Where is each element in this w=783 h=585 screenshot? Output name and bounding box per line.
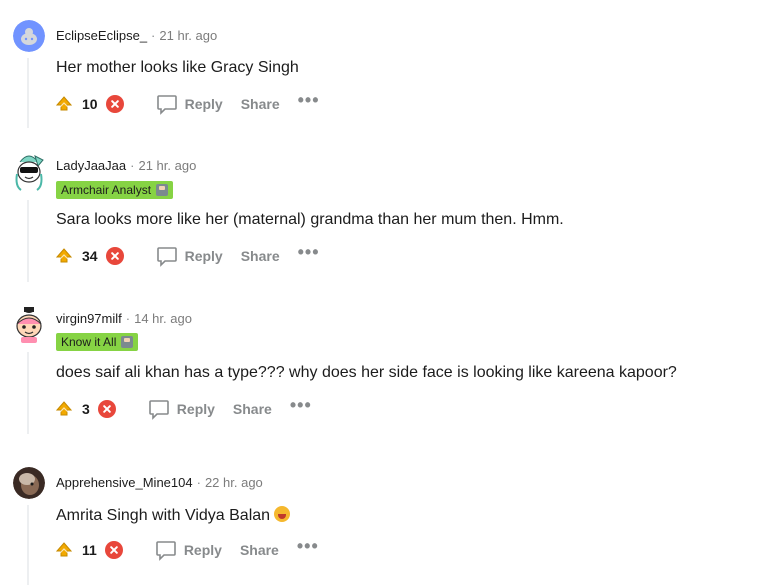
upvote-icon[interactable] [55,95,73,113]
comment-meta: EclipseEclipse_ · 21 hr. ago [56,28,217,43]
upvote-icon[interactable] [55,541,73,559]
more-options-icon[interactable]: ••• [297,537,319,555]
downvote-icon[interactable] [104,541,123,559]
comment-bubble-icon [156,247,177,267]
comment-bubble-icon [156,95,177,115]
thread-line[interactable] [27,58,29,128]
comment-text-content: Amrita Singh with Vidya Balan [56,507,271,524]
timestamp[interactable]: 14 hr. ago [134,311,192,326]
separator-dot: · [130,158,135,173]
separator-dot: · [151,28,156,43]
crying-face-emoji-icon [274,506,291,522]
comment-actions: 34 Reply Share ••• [55,243,320,269]
comment-bubble-icon [156,541,176,561]
thread-line[interactable] [27,200,29,282]
reply-label: Reply [176,401,215,417]
upvote-icon[interactable] [55,247,73,265]
vote-score: 11 [82,542,97,558]
user-flair: Armchair Analyst [56,181,174,199]
comment-bubble-icon [148,400,169,420]
reply-button[interactable]: Reply [156,93,223,115]
comment-text: Sara looks more like her (maternal) gran… [56,211,564,228]
user-avatar[interactable] [13,20,45,52]
username[interactable]: virgin97milf [56,311,122,326]
vote-controls: 10 [55,95,124,113]
reply-button[interactable]: Reply [148,398,215,420]
more-options-icon[interactable]: ••• [298,243,320,261]
timestamp[interactable]: 22 hr. ago [205,475,263,490]
reply-button[interactable]: Reply [155,539,222,561]
comment-text: Her mother looks like Gracy Singh [56,59,299,76]
flair-emoji-icon [156,184,169,196]
more-options-icon[interactable]: ••• [290,396,312,414]
comment-meta: Apprehensive_Mine104 · 22 hr. ago [56,475,263,490]
vote-controls: 3 [55,400,116,418]
share-button[interactable]: Share [241,96,280,112]
share-button[interactable]: Share [241,248,280,264]
share-button[interactable]: Share [240,542,279,558]
vote-score: 10 [82,96,98,112]
user-avatar[interactable] [13,467,45,499]
user-avatar[interactable] [12,304,46,344]
downvote-icon[interactable] [105,247,124,265]
downvote-icon[interactable] [105,95,124,113]
more-options-icon[interactable]: ••• [298,91,320,109]
thread-line[interactable] [27,352,29,434]
downvote-icon[interactable] [97,400,116,418]
thread-line[interactable] [27,505,29,585]
separator-dot: · [125,311,131,326]
share-button[interactable]: Share [233,401,272,417]
user-flair: Know it All [56,333,139,351]
username[interactable]: EclipseEclipse_ [56,28,147,43]
comment-meta: virgin97milf · 14 hr. ago [56,311,192,326]
user-avatar[interactable] [11,152,47,192]
comment-text: Amrita Singh with Vidya Balan [56,506,291,525]
vote-controls: 34 [55,247,124,265]
flair-label: Know it All [61,335,117,349]
vote-score: 34 [82,248,98,264]
comment-text: does saif ali khan has a type??? why doe… [56,364,677,381]
reply-button[interactable]: Reply [156,245,223,267]
comment-meta: LadyJaaJaa · 21 hr. ago [56,158,196,173]
upvote-icon[interactable] [55,400,73,418]
username[interactable]: LadyJaaJaa [56,158,126,173]
comment-actions: 11 Reply Share ••• [55,537,319,563]
reply-label: Reply [183,542,222,558]
timestamp[interactable]: 21 hr. ago [138,158,196,173]
reply-label: Reply [184,96,223,112]
username[interactable]: Apprehensive_Mine104 [56,475,193,490]
flair-label: Armchair Analyst [61,183,152,197]
separator-dot: · [196,475,201,490]
vote-score: 3 [82,401,90,417]
reply-label: Reply [184,248,223,264]
comment-actions: 10 Reply Share ••• [55,91,320,117]
flair-emoji-icon [121,336,134,348]
vote-controls: 11 [55,541,123,559]
timestamp[interactable]: 21 hr. ago [159,28,217,43]
comment-actions: 3 Reply Share ••• [55,396,312,422]
